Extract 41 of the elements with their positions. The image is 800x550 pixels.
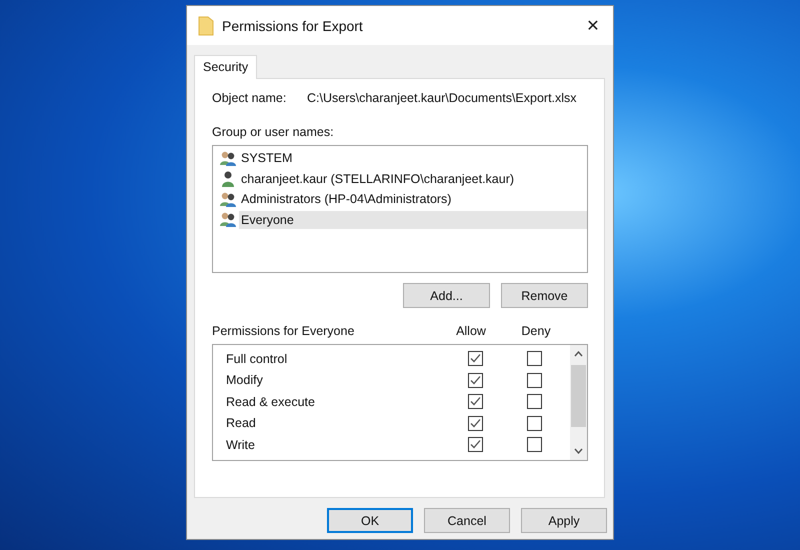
- permission-name: Modify: [226, 373, 264, 388]
- group-icon: [219, 150, 237, 167]
- deny-checkbox[interactable]: [527, 416, 542, 431]
- object-name-label: Object name:: [212, 91, 288, 105]
- dialog-button[interactable]: Apply: [521, 508, 607, 533]
- tab[interactable]: Security: [194, 55, 258, 79]
- allow-checkbox[interactable]: [468, 372, 483, 388]
- user-list-item[interactable]: Everyone: [239, 210, 587, 229]
- permission-name: Read: [226, 416, 257, 430]
- deny-checkbox[interactable]: [527, 437, 542, 452]
- user-list-item[interactable]: charanjeet.kaur (STELLARINFO\charanjeet.kaur): [239, 170, 587, 188]
- group-icon: [219, 190, 237, 208]
- scrollbar[interactable]: [570, 345, 587, 460]
- allow-checkbox[interactable]: [468, 437, 483, 452]
- permission-name: Full control: [226, 352, 288, 366]
- user-list-item[interactable]: SYSTEM: [239, 149, 587, 168]
- list-button[interactable]: Remove: [501, 283, 588, 308]
- group-icon: [219, 211, 237, 228]
- window-title: Permissions for Export: [222, 18, 363, 34]
- list-button[interactable]: Add...: [403, 283, 490, 308]
- scroll-up-icon[interactable]: [574, 351, 583, 357]
- scroll-down-icon[interactable]: [574, 448, 583, 454]
- dialog-button[interactable]: Cancel: [424, 508, 510, 533]
- deny-checkbox[interactable]: [527, 394, 542, 410]
- deny-checkbox[interactable]: [527, 351, 542, 366]
- close-button[interactable]: ✕: [573, 6, 613, 45]
- object-path: C:\Users\charanjeet.kaur\Documents\Export.xlsx: [307, 91, 577, 105]
- permissions-label: Permissions for Everyone: [212, 324, 356, 338]
- allow-checkbox[interactable]: [468, 416, 483, 431]
- deny-header: Deny: [520, 324, 552, 338]
- permission-name: Read & execute: [226, 394, 316, 409]
- allow-checkbox[interactable]: [468, 351, 483, 366]
- group-list-label: Group or user names:: [212, 125, 335, 139]
- user-list-item[interactable]: Administrators (HP-04\Administrators): [239, 190, 587, 208]
- allow-checkbox[interactable]: [468, 394, 483, 410]
- user-icon: [219, 170, 237, 188]
- permission-name: Write: [226, 438, 256, 452]
- dialog-button[interactable]: OK: [327, 508, 413, 533]
- deny-checkbox[interactable]: [527, 372, 542, 388]
- scroll-thumb[interactable]: [571, 365, 586, 427]
- allow-header: Allow: [455, 324, 487, 338]
